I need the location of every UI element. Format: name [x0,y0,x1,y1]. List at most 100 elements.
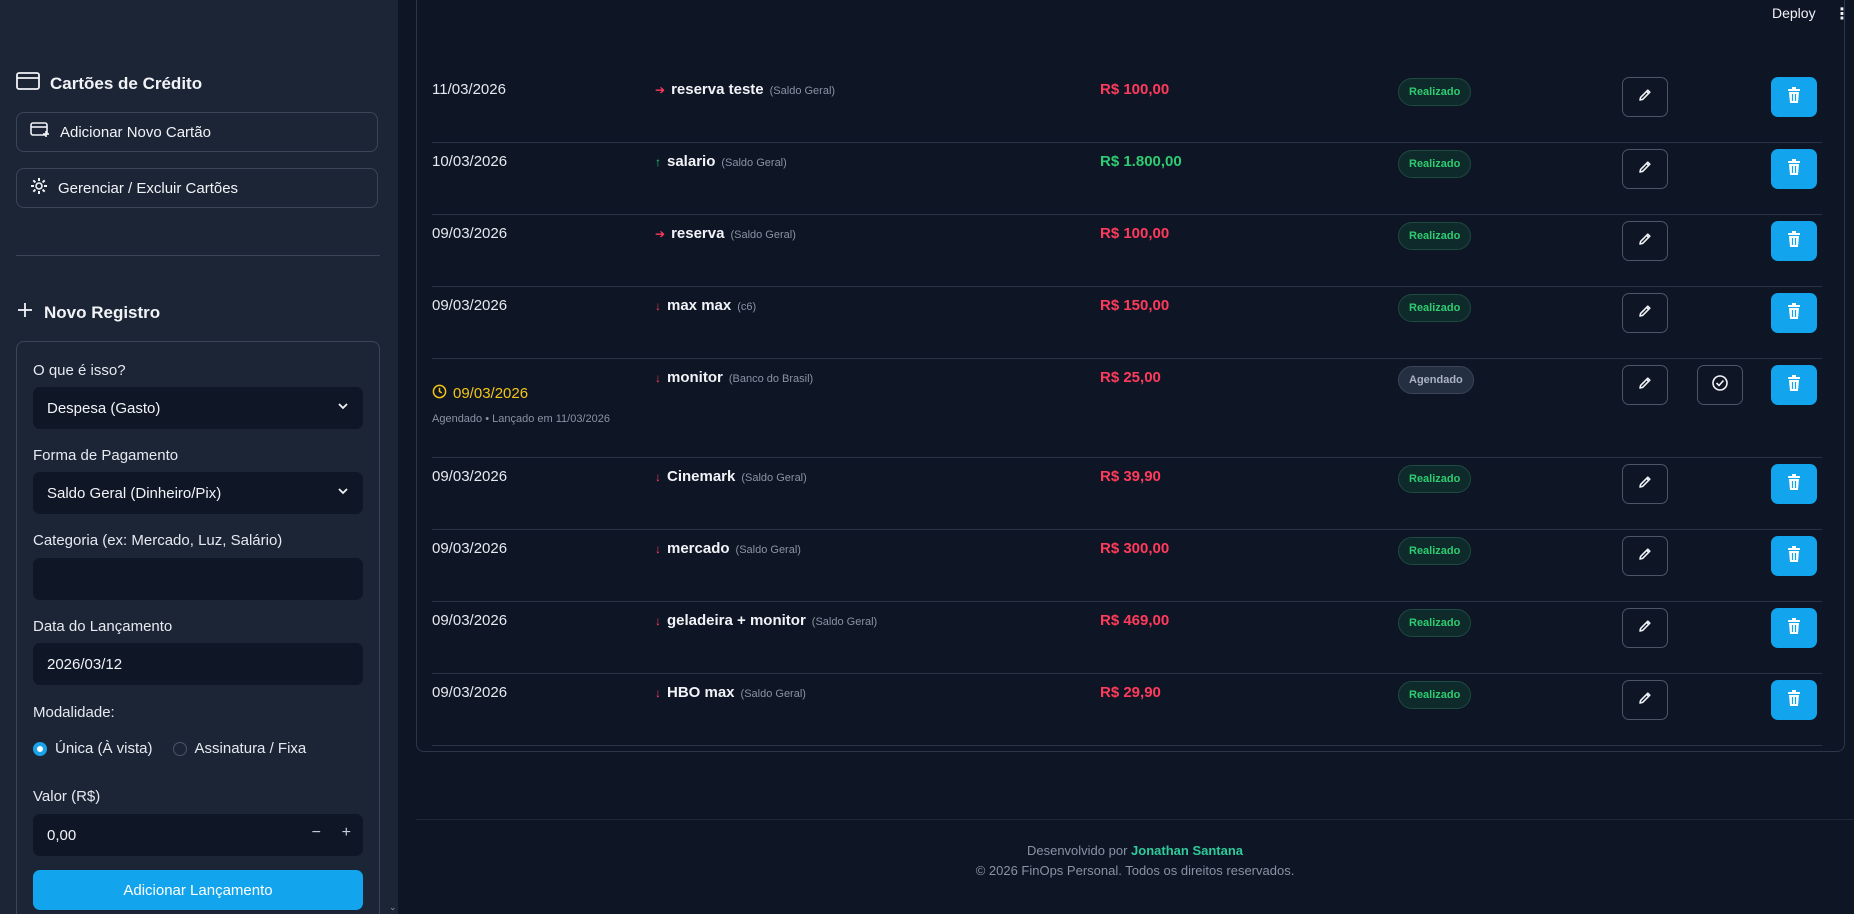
status-badge: Realizado [1398,465,1472,493]
new-record-form: O que é isso? Despesa (Gasto) Forma de P… [16,341,380,914]
pencil-icon [1637,303,1653,324]
row-name: Cinemark [667,468,736,485]
pencil-icon [1637,87,1653,108]
delete-button[interactable] [1771,464,1817,504]
pencil-icon [1637,618,1653,639]
arrow-right-icon: ➔ [655,83,666,97]
row-name: salario [667,153,716,170]
row-date: 09/03/2026 [432,468,508,485]
delete-button[interactable] [1771,680,1817,720]
edit-button[interactable] [1622,464,1668,504]
add-card-button[interactable]: Adicionar Novo Cartão [16,112,378,152]
arrow-down-icon: ↓ [655,371,661,385]
new-record-title: Novo Registro [16,301,160,324]
confirm-button[interactable] [1697,365,1743,405]
pencil-icon [1637,546,1653,567]
mode-label: Modalidade: [33,704,115,721]
pencil-icon [1637,474,1653,495]
row-date: 09/03/2026 [432,612,508,629]
delete-button[interactable] [1771,536,1817,576]
edit-button[interactable] [1622,293,1668,333]
mode-subscription-radio[interactable]: Assinatura / Fixa [172,740,306,757]
row-description: ➔ reserva (Saldo Geral) [655,225,796,242]
row-date: 09/03/2026 [432,540,508,557]
increment-button[interactable]: + [342,824,351,842]
arrow-down-icon: ↓ [655,686,661,700]
trash-icon [1786,473,1802,496]
clock-icon [432,384,447,403]
date-input[interactable]: 2026/03/12 [33,643,363,685]
cards-section-title: Cartões de Crédito [16,72,202,95]
arrow-down-icon: ↓ [655,470,661,484]
edit-button[interactable] [1622,149,1668,189]
table-row: 09/03/2026 ↓ mercado (Saldo Geral) R$ 30… [432,529,1822,602]
status-badge: Realizado [1398,150,1472,178]
chevron-down-icon [337,484,349,501]
table-row: 09/03/2026 ↓ Cinemark (Saldo Geral) R$ 3… [432,457,1822,530]
table-row: 09/03/2026 ↓ geladeira + monitor (Saldo … [432,601,1822,674]
delete-button[interactable] [1771,221,1817,261]
pencil-icon [1637,231,1653,252]
mode-single-radio[interactable]: Única (À vista) [33,740,153,757]
row-description: ➔ reserva teste (Saldo Geral) [655,81,835,98]
row-description: ↓ mercado (Saldo Geral) [655,540,801,557]
row-value: R$ 300,00 [1100,540,1170,557]
table-row: 11/03/2026 ➔ reserva teste (Saldo Geral)… [432,70,1822,143]
table-row: 09/03/2026 ↓ HBO max (Saldo Geral) R$ 29… [432,673,1822,746]
delete-button[interactable] [1771,149,1817,189]
row-account: (Banco do Brasil) [728,373,814,385]
trash-icon [1786,230,1802,253]
row-date: 11/03/2026 [432,81,506,98]
row-date: 09/03/2026 [432,384,528,403]
row-account: (Saldo Geral) [721,157,787,169]
footer-author: Jonathan Santana [1131,843,1244,858]
footer-divider [416,819,1854,820]
status-badge: Realizado [1398,609,1472,637]
delete-button[interactable] [1771,293,1817,333]
delete-button[interactable] [1771,365,1817,405]
footer-credit: Desenvolvido por Jonathan Santana [1026,843,1244,858]
edit-button[interactable] [1622,365,1668,405]
table-row: 10/03/2026 ↑ salario (Saldo Geral) R$ 1.… [432,142,1822,215]
row-description: ↓ monitor (Banco do Brasil) [655,369,813,386]
row-value: R$ 100,00 [1100,81,1170,98]
row-description: ↓ max max (c6) [655,297,756,314]
pencil-icon [1637,690,1653,711]
arrow-down-icon: ↓ [655,542,661,556]
row-name: geladeira + monitor [667,612,806,629]
gear-icon [30,177,48,199]
trash-icon [1786,617,1802,640]
trash-icon [1786,158,1802,181]
status-badge: Agendado [1398,366,1474,394]
edit-button[interactable] [1622,536,1668,576]
row-name: reserva [671,225,725,242]
add-card-icon [30,122,50,142]
credit-card-icon [16,72,40,95]
sidebar-scroll-down-icon[interactable]: ⌄ [389,902,397,913]
status-badge: Realizado [1398,537,1472,565]
arrow-down-icon: ↓ [655,299,661,313]
row-date: 10/03/2026 [432,153,508,170]
row-date: 09/03/2026 [432,684,508,701]
delete-button[interactable] [1771,608,1817,648]
decrement-button[interactable]: − [312,824,321,842]
row-description: ↑ salario (Saldo Geral) [655,153,787,170]
payment-select[interactable]: Saldo Geral (Dinheiro/Pix) [33,472,363,514]
category-input[interactable] [33,558,363,600]
row-value: R$ 39,90 [1100,468,1161,485]
edit-button[interactable] [1622,221,1668,261]
row-schedule-note: Agendado • Lançado em 11/03/2026 [432,413,610,425]
delete-button[interactable] [1771,77,1817,117]
manage-cards-button[interactable]: Gerenciar / Excluir Cartões [16,168,378,208]
pencil-icon [1637,159,1653,180]
add-entry-button[interactable]: Adicionar Lançamento [33,870,363,910]
table-row: 09/03/2026 ↓ max max (c6) R$ 150,00 Reali… [432,286,1822,359]
footer-copyright: © 2026 FinOps Personal. Todos os direito… [975,863,1295,878]
value-input[interactable]: 0,00 − + [33,814,363,856]
row-description: ↓ HBO max (Saldo Geral) [655,684,806,701]
type-select[interactable]: Despesa (Gasto) [33,387,363,429]
edit-button[interactable] [1622,608,1668,648]
payment-label: Forma de Pagamento [33,447,179,464]
edit-button[interactable] [1622,680,1668,720]
edit-button[interactable] [1622,77,1668,117]
